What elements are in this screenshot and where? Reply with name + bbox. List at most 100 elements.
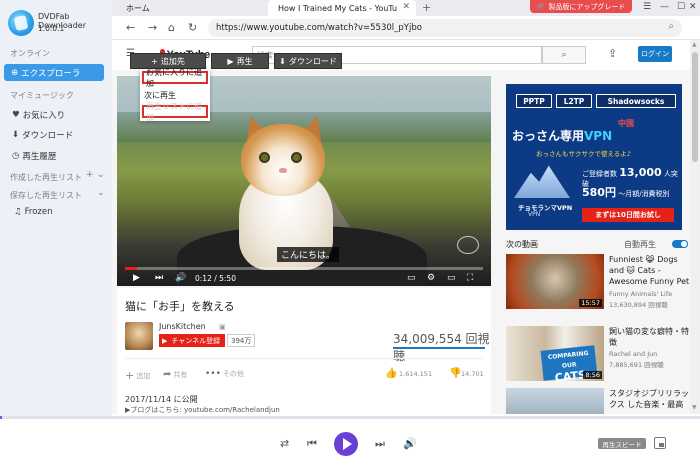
related-video-title[interactable]: Funniest 😹 Dogs and 🐱 Cats - Awesome Fun… [609,254,690,287]
add-playlist-icon[interactable]: + [86,170,94,180]
sidebar-item-frozen[interactable]: ♫ Frozen [14,207,52,217]
video-duration: 15:57 [579,299,602,307]
scroll-up-icon[interactable]: ▲ [692,41,697,48]
verified-icon: ▣ [219,323,226,331]
more-action[interactable]: ••• その他 [205,369,244,379]
play-button[interactable]: ▶ 再生 [211,53,269,69]
play-icon[interactable]: ▶ [133,273,140,283]
upgrade-button[interactable]: 🛒 製品版にアップグレード [530,0,632,13]
cat-eye [259,152,270,163]
page-scrollbar[interactable]: ▲ ▼ [690,40,700,414]
previous-icon[interactable]: ⏮ [307,437,317,451]
autoplay-toggle[interactable] [672,240,688,248]
add-to-menu: お気に入りに追加 次に再生 再生リストに追加 [140,68,210,122]
sidebar-header-created-playlists: 作成した再生リスト [10,173,82,182]
cat-head [241,124,325,196]
captions-icon[interactable]: ▭ [407,273,416,283]
mini-player-icon[interactable] [654,437,666,449]
related-video-views: 13,630,894 回視聴 [609,301,668,309]
sidebar-item-label: エクスプローラ [21,68,81,79]
video-thumbnail[interactable]: 15:57 [506,254,604,309]
menu-item-play-next[interactable]: 次に再生 [144,90,176,101]
app-logo-icon [8,10,34,36]
related-video-channel: Rachel and Jun [609,350,658,358]
home-icon[interactable]: ⌂ [168,21,175,34]
minimize-icon[interactable]: — [660,2,669,12]
play-label: 再生 [236,56,253,66]
player-bar: ⇄ ⏮ ⏭ 🔊 再生スピード [0,416,700,465]
tab-home[interactable]: ホーム [126,3,150,14]
mountain-logo-icon [514,165,570,198]
menu-icon[interactable]: ☰ [643,2,651,12]
tab-video[interactable]: How I Trained My Cats - YouTu ✕ [268,0,416,16]
close-window-icon[interactable]: ✕ [689,2,697,12]
menu-item-add-playlist[interactable]: 再生リストに追加 [142,102,208,122]
channel-watermark-icon[interactable] [457,236,479,254]
login-button[interactable]: ログイン [638,46,672,62]
cat-nose [279,168,287,173]
related-video[interactable]: COMPARING OUR CATS 8:56 飼い猫の変な癖特・特徴 Rach… [506,326,690,385]
maximize-icon[interactable]: ☐ [677,2,685,12]
add-action[interactable]: + 追加 [125,369,150,382]
like-icon[interactable]: 👍 [385,368,397,379]
ad-brand: チョモランマVPN [518,204,573,212]
scroll-down-icon[interactable]: ▼ [692,404,697,411]
chevron-down-icon[interactable]: ⌄ [97,170,105,180]
tab-label: How I Trained My Cats - YouTu [278,3,398,13]
sidebar-item-history[interactable]: ◷ 再生履歴 [12,150,56,162]
forward-icon[interactable]: → [148,21,157,34]
published-date: 2017/11/14 に公開 [125,395,198,404]
chevron-down-icon[interactable]: ⌄ [97,188,105,198]
next-icon[interactable]: ⏭ [155,273,163,283]
related-video-title[interactable]: スタジオジブリリラックス した音楽・最高のミックス [609,388,690,410]
next-icon[interactable]: ⏭ [375,437,385,451]
repeat-icon[interactable]: ⇄ [280,437,289,450]
upload-icon[interactable]: ⇪ [608,47,617,60]
sidebar-item-favorites[interactable]: ♥ お気に入り [12,109,65,121]
ad-cta-button[interactable]: まずは10日間お試し [582,208,674,222]
url-text: https://www.youtube.com/watch?v=5530l_pY… [216,23,422,33]
related-video[interactable]: 15:57 Funniest 😹 Dogs and 🐱 Cats - Aweso… [506,254,690,310]
ad-chip: PPTP [516,94,552,108]
ad-banner[interactable]: PPTP L2TP Shadowsocks 中国 おっさん専用VPN おっさんも… [506,84,682,230]
menu-item-add-favorites[interactable]: お気に入りに追加 [142,68,208,88]
back-icon[interactable]: ← [126,21,135,34]
settings-icon[interactable]: ⚙ [427,273,435,283]
tab-bar: ホーム How I Trained My Cats - YouTu ✕ + 🛒 … [112,0,700,16]
download-button[interactable]: ⬇ ダウンロード [274,53,342,69]
play-button[interactable] [334,432,358,456]
speed-button[interactable]: 再生スピード [598,438,646,449]
video-thumbnail[interactable]: COMPARING OUR CATS 8:56 [506,326,604,385]
share-action[interactable]: ➦ 共有 [163,369,187,380]
download-icon: ⬇ [279,56,286,66]
scroll-thumb[interactable] [692,52,698,162]
divider [125,358,483,359]
theater-icon[interactable]: ▭ [447,273,456,283]
channel-name[interactable]: JunsKitchen [159,322,206,331]
ad-line1-value: 13,000 [619,166,662,179]
sidebar-item-explorer[interactable]: ⊕ エクスプローラ [4,64,104,81]
subscribe-button[interactable]: ▶ チャンネル登録 [159,334,225,347]
share-action-label: 共有 [173,370,188,379]
search-icon[interactable]: ⌕ [668,21,674,32]
volume-icon[interactable]: 🔊 [175,273,186,283]
video-thumbnail[interactable] [506,388,604,414]
url-bar[interactable]: https://www.youtube.com/watch?v=5530l_pY… [208,19,682,37]
dislike-icon[interactable]: 👎 [449,368,461,379]
related-video-title[interactable]: 飼い猫の変な癖特・特徴 [609,326,690,348]
youtube-search-button[interactable]: ⌕ [542,46,586,64]
new-tab-icon[interactable]: + [422,1,431,14]
web-content: ☰ YouTube 検索 ⌕ ⇪ ログイン こんにちは。 ▶ ⏭ [112,40,690,414]
volume-icon[interactable]: 🔊 [403,437,417,450]
channel-avatar[interactable] [125,322,153,350]
player-progress-bar[interactable] [0,416,700,419]
video-progress-bar[interactable] [125,267,483,270]
sidebar-item-downloads[interactable]: ⬇ ダウンロード [12,129,73,141]
related-video[interactable]: スタジオジブリリラックス した音楽・最高のミックス [506,388,690,414]
ad-brand-sub: VPN [528,211,541,218]
close-icon[interactable]: ✕ [402,2,410,12]
fullscreen-icon[interactable]: ⛶ [467,273,473,283]
reload-icon[interactable]: ↻ [188,21,197,34]
subscribe-label: チャンネル登録 [171,336,221,345]
globe-icon: ⊕ [11,67,19,78]
